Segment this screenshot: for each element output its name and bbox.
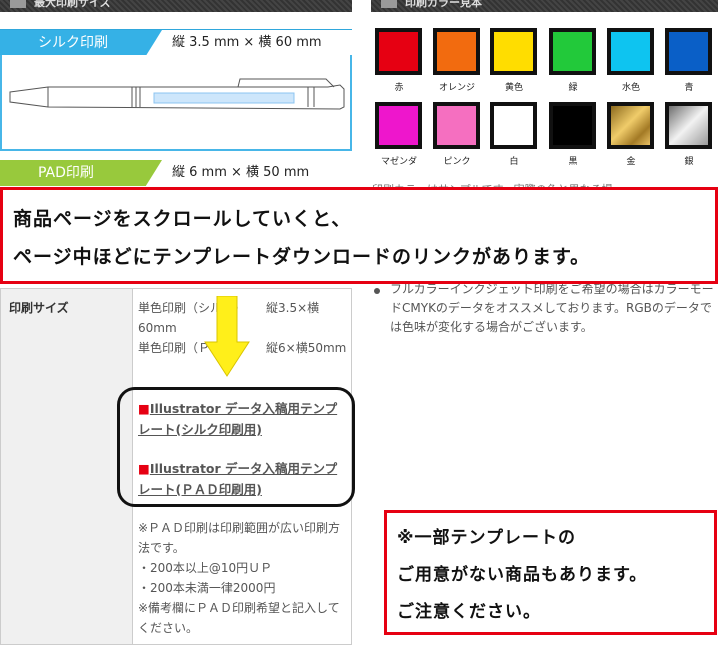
pad-surcharge-note: ・200本以上@10円ＵＰ <box>138 561 273 575</box>
callout-bottom-line1: ※一部テンプレートの <box>397 528 577 548</box>
color-swatch-label: 金 <box>626 157 636 167</box>
color-sample-header-title: 印刷カラー見本 <box>405 0 482 9</box>
fullcolor-note: フルカラーインクジェット印刷をご希望の場合はカラーモードCMYKのデータをオスス… <box>390 282 714 334</box>
color-swatch-label: マゼンダ <box>380 157 417 167</box>
table-header-cell: 印刷サイズ <box>1 289 133 644</box>
callout-top-line2: ページ中ほどにテンプレートダウンロードのリンクがあります。 <box>13 246 591 268</box>
callout-bottom-line2: ご用意がない商品もあります。 <box>397 565 648 585</box>
print-size-header-title: 最大印刷サイズ <box>34 0 111 9</box>
scroll-instruction-callout: 商品ページをスクロールしていくと、 ページ中ほどにテンプレートダウンロードのリン… <box>0 187 718 284</box>
template-links-highlight-ring <box>117 387 355 507</box>
print-size-header-bar: 最大印刷サイズ <box>0 0 352 12</box>
bullet-dot <box>374 288 380 294</box>
silk-print-label: シルク印刷 <box>0 30 162 56</box>
pen-icon <box>9 78 345 110</box>
pad-remarks-note: ※備考欄にＰＡＤ印刷希望と記入してください。 <box>138 601 340 635</box>
color-swatch <box>433 102 480 149</box>
callout-top-line1: 商品ページをスクロールしていくと、 <box>13 208 352 230</box>
table-header-label: 印刷サイズ <box>9 301 69 315</box>
color-swatch-label: ピンク <box>443 157 471 167</box>
header-square-icon <box>10 0 26 8</box>
color-swatch <box>607 28 654 75</box>
header-square-icon <box>381 0 397 8</box>
color-swatch-label: 白 <box>509 157 519 167</box>
pad-print-banner: PAD印刷 縦 6 mm × 横 50 mm <box>0 160 352 186</box>
callout-bottom-line3: ご注意ください。 <box>397 602 541 622</box>
color-swatch-label: 赤 <box>394 83 404 93</box>
down-arrow-icon <box>204 296 250 377</box>
color-swatch-label: 青 <box>684 83 694 93</box>
silk-pen-illustration <box>0 55 352 151</box>
color-swatch <box>490 28 537 75</box>
color-swatch-label: オレンジ <box>438 83 475 93</box>
color-swatch <box>375 28 422 75</box>
pad-print-label: PAD印刷 <box>0 160 162 186</box>
color-swatch <box>549 28 596 75</box>
silk-print-size: 縦 3.5 mm × 横 60 mm <box>172 35 322 50</box>
pad-print-size: 縦 6 mm × 横 50 mm <box>172 165 310 180</box>
color-swatch <box>549 102 596 149</box>
color-swatch <box>607 102 654 149</box>
color-swatch <box>490 102 537 149</box>
color-swatch-label: 黒 <box>568 157 578 167</box>
pad-note: ※ＰＡＤ印刷は印刷範囲が広い印刷方法です。 <box>138 521 341 555</box>
silk-print-banner: シルク印刷 縦 3.5 mm × 横 60 mm <box>0 29 352 56</box>
color-swatch <box>665 28 712 75</box>
color-swatch-label: 黄色 <box>504 83 523 93</box>
color-swatch-label: 銀 <box>684 157 694 167</box>
color-swatch <box>375 102 422 149</box>
color-swatch <box>665 102 712 149</box>
color-sample-header-bar: 印刷カラー見本 <box>371 0 718 12</box>
color-swatch-label: 水色 <box>621 83 640 93</box>
color-swatch-label: 緑 <box>568 83 578 93</box>
template-availability-callout: ※一部テンプレートの ご用意がない商品もあります。 ご注意ください。 <box>384 510 717 635</box>
pad-flat-fee-note: ・200本未満一律2000円 <box>138 581 276 595</box>
color-swatch <box>433 28 480 75</box>
